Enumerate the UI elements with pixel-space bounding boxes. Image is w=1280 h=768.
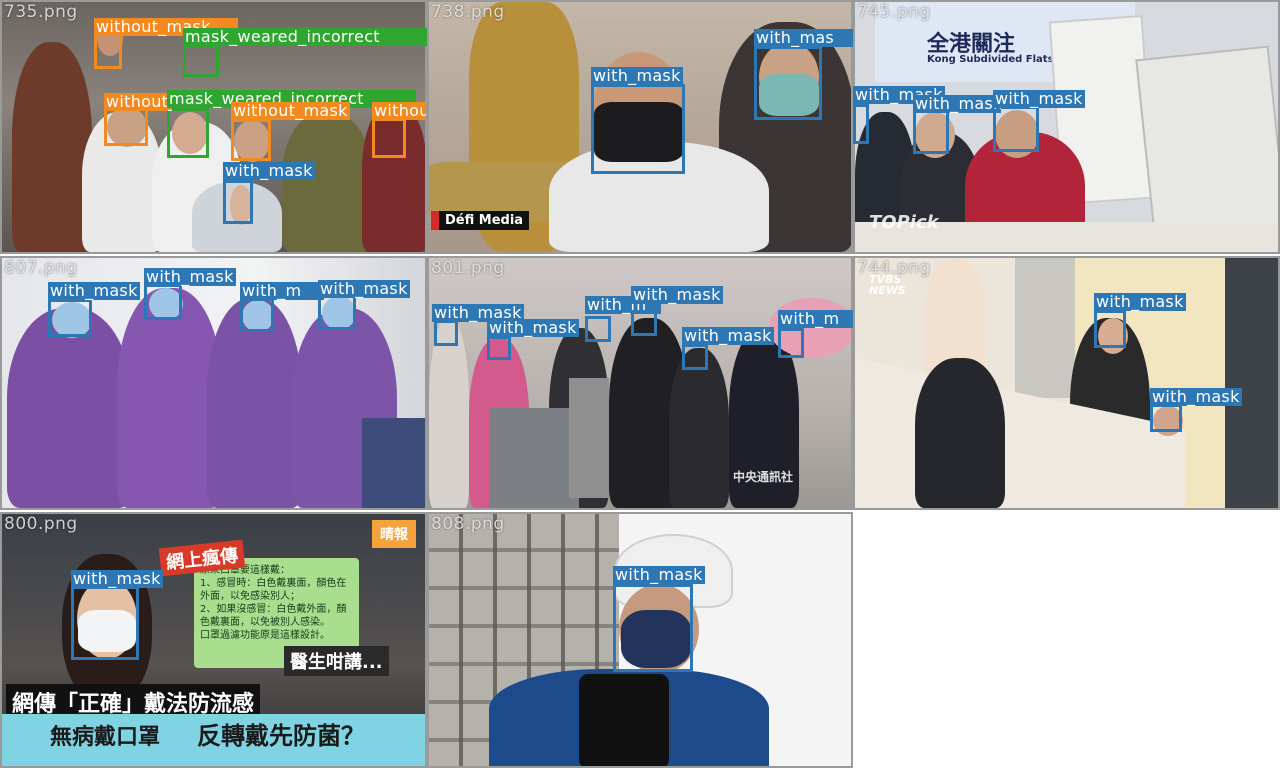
bbox-label: with_mask	[913, 95, 1001, 113]
bbox-label: with_mask	[613, 565, 705, 584]
bbox-with-mask	[434, 320, 458, 346]
watermark-logo: TOPick	[869, 212, 939, 233]
image-tile-807[interactable]: 807.png with_mask with_mask with_m with_…	[0, 256, 427, 510]
image-tile-744[interactable]: 744.png TVBS NEWS with_mask with_mask	[853, 256, 1280, 510]
image-tile-745[interactable]: 全港關注 Kong Subdivided Flats C 745.png TOP…	[853, 0, 1280, 254]
bbox-with-mask	[71, 586, 139, 660]
bbox-label: with_mask	[48, 281, 140, 300]
image-tile-738[interactable]: 738.png Défi Media with_mask with_mas	[427, 0, 853, 254]
post-note-text: 原來口罩要這樣戴： 1、感冒時：白色戴裏面，顏色在外面，以免感染別人； 2、如果…	[200, 565, 347, 641]
bbox-mask-weared-incorrect	[167, 108, 209, 158]
bbox-label: with_m	[778, 310, 853, 328]
bbox-with-mask	[585, 316, 611, 342]
filename-label: 801.png	[431, 258, 505, 278]
bbox-label: with_mask	[993, 89, 1085, 108]
filename-label: 744.png	[857, 258, 931, 278]
image-tile-801[interactable]: 801.png 中央通訊社 with_mask with_mask with_m…	[427, 256, 853, 510]
filename-label: 745.png	[857, 2, 931, 22]
bbox-label: without_mask	[104, 93, 172, 111]
image-tile-800[interactable]: 原來口罩要這樣戴： 1、感冒時：白色戴裏面，顏色在外面，以免感染別人； 2、如果…	[0, 512, 427, 768]
bbox-with-mask	[1094, 310, 1126, 348]
bbox-label: with_mask	[487, 318, 579, 337]
bbox-with-mask	[613, 584, 693, 672]
image-tile-808[interactable]: 808.png with_mask	[427, 512, 853, 768]
bbox-with-mask	[1150, 404, 1182, 432]
bbox-without-mask	[94, 33, 122, 69]
banner-subtext: Kong Subdivided Flats C	[927, 54, 1065, 65]
watermark-logo: Défi Media	[431, 211, 530, 230]
bbox-mask-weared-incorrect	[183, 45, 219, 77]
bbox-with-mask	[487, 336, 511, 360]
headline-line-2a: 無病戴口罩	[50, 725, 161, 750]
bbox-label: with_mas	[754, 29, 853, 47]
bbox-with-mask	[682, 344, 708, 370]
watermark-logo: 中央通訊社	[733, 470, 794, 484]
bbox-label: with_mask	[71, 569, 163, 588]
filename-label: 808.png	[431, 514, 505, 534]
bbox-with-mask	[240, 298, 274, 332]
filename-label: 807.png	[4, 258, 78, 278]
bbox-with-mask	[778, 328, 804, 358]
bbox-with-mask	[913, 110, 949, 154]
bbox-without-mask	[104, 108, 148, 146]
bbox-without-mask	[231, 119, 271, 161]
doctor-caption: 醫生咁講...	[284, 646, 389, 676]
filename-label: 800.png	[4, 514, 78, 534]
bbox-with-mask	[223, 180, 253, 224]
bbox-with-mask	[853, 104, 869, 144]
bbox-label: with_mask	[631, 285, 723, 304]
bbox-label: with_mask	[223, 161, 315, 180]
filename-label: 738.png	[431, 2, 505, 22]
bbox-with-mask	[591, 84, 685, 174]
bbox-label: with_m	[240, 282, 324, 300]
bbox-label: with_mask	[1094, 292, 1186, 311]
bbox-label: with_mask	[318, 279, 410, 298]
filename-label: 735.png	[4, 2, 78, 22]
bbox-label: with_mask	[144, 267, 236, 286]
bbox-label: with_mask	[1150, 387, 1242, 406]
bbox-label: with_mask	[591, 66, 683, 85]
bbox-label: mask_weared_incorrect	[183, 28, 427, 46]
bbox-with-mask	[48, 299, 92, 337]
bbox-label: withou	[372, 102, 426, 120]
bbox-with-mask	[754, 46, 822, 120]
headline-line-2b: 反轉戴先防菌？	[197, 722, 365, 750]
bbox-without-mask	[372, 118, 406, 158]
corner-logo: 晴報	[372, 520, 416, 548]
bbox-label: with_mask	[682, 326, 774, 345]
bbox-label: without_mask	[231, 101, 350, 120]
image-tile-735[interactable]: 735.png without_mask mask_weared_incorre…	[0, 0, 427, 254]
bbox-with-mask	[144, 284, 182, 320]
